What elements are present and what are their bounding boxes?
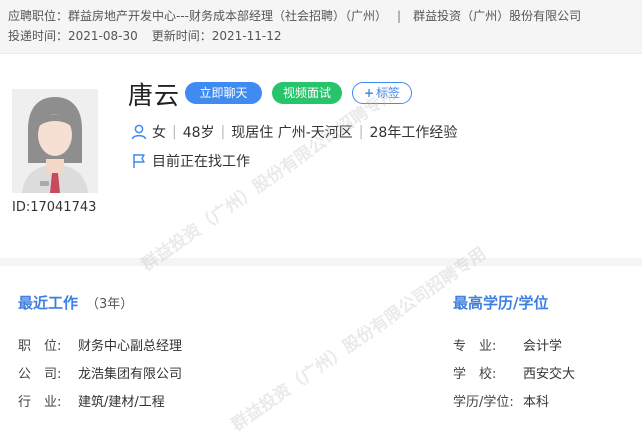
video-interview-button[interactable]: 视频面试 <box>272 82 342 104</box>
submitted-date: 2021-08-30 <box>68 29 138 43</box>
avatar <box>12 89 98 193</box>
basic-info-row: 女 | 48岁 | 现居住 广州-天河区 | 28年工作经验 <box>130 122 457 142</box>
job-status-row: 目前正在找工作 <box>130 151 250 171</box>
field-value: 本科 <box>523 395 550 410</box>
chat-now-button[interactable]: 立即聊天 <box>185 82 262 104</box>
field-label: 专 业: <box>453 339 497 354</box>
work-industry-row: 行 业: 建筑/建材/工程 <box>18 391 165 410</box>
residence: 现居住 广州-天河区 <box>231 125 353 141</box>
candidate-id: ID:17041743 <box>12 200 97 215</box>
field-value: 会计学 <box>523 339 563 354</box>
section-divider <box>0 258 642 266</box>
person-icon <box>130 123 148 141</box>
field-label: 职 位: <box>18 339 62 354</box>
tag-label: 标签 <box>376 86 401 100</box>
candidate-name: 唐云 <box>128 81 181 110</box>
experience: 28年工作经验 <box>369 125 458 141</box>
job-status: 目前正在找工作 <box>152 154 250 170</box>
field-value: 西安交大 <box>523 367 576 382</box>
field-label: 学 校: <box>453 367 497 382</box>
add-tag-button[interactable]: + 标签 <box>352 82 412 104</box>
company-name: 群益投资（广州）股份有限公司 <box>413 9 582 23</box>
education-heading: 最高学历/学位 <box>453 292 548 313</box>
applied-label: 应聘职位： <box>8 9 69 23</box>
flag-icon <box>130 152 148 170</box>
recent-work-heading: 最近工作 （3年） <box>18 292 133 313</box>
header-separator: | <box>397 9 402 23</box>
work-years: （3年） <box>86 297 134 312</box>
work-company-row: 公 司: 龙浩集团有限公司 <box>18 363 182 382</box>
edu-degree-row: 学历/学位: 本科 <box>453 391 549 410</box>
updated-date: 2021-11-12 <box>211 29 282 43</box>
updated-label: 更新时间： <box>151 29 212 43</box>
work-position-row: 职 位: 财务中心副总经理 <box>18 335 182 354</box>
applied-position[interactable]: 群益房地产开发中心---财务成本部经理（社会招聘）（广州） <box>68 9 387 23</box>
edu-major-row: 专 业: 会计学 <box>453 335 562 354</box>
education-title: 最高学历/学位 <box>453 294 549 312</box>
recent-work-title: 最近工作 <box>18 294 79 312</box>
submitted-label: 投递时间： <box>8 29 69 43</box>
field-value: 财务中心副总经理 <box>78 339 183 354</box>
field-label: 行 业: <box>18 395 62 410</box>
field-value: 建筑/建材/工程 <box>78 395 165 410</box>
field-label: 公 司: <box>18 367 62 382</box>
dates-line: 投递时间：2021-08-30 更新时间：2021-11-12 <box>8 27 282 44</box>
applied-position-line: 应聘职位：群益房地产开发中心---财务成本部经理（社会招聘）（广州） | 群益投资（… <box>8 7 581 24</box>
field-label: 学历/学位: <box>453 395 514 410</box>
field-value: 龙浩集团有限公司 <box>78 367 183 382</box>
application-header: 应聘职位：群益房地产开发中心---财务成本部经理（社会招聘）（广州） | 群益投资（… <box>0 0 642 54</box>
edu-school-row: 学 校: 西安交大 <box>453 363 575 382</box>
female-avatar-icon <box>12 89 98 193</box>
plus-icon: + <box>363 86 375 100</box>
age: 48岁 <box>182 125 215 141</box>
watermark: 群益投资（广州）股份有限公司招聘专用 <box>227 243 490 435</box>
gender: 女 <box>152 125 166 141</box>
